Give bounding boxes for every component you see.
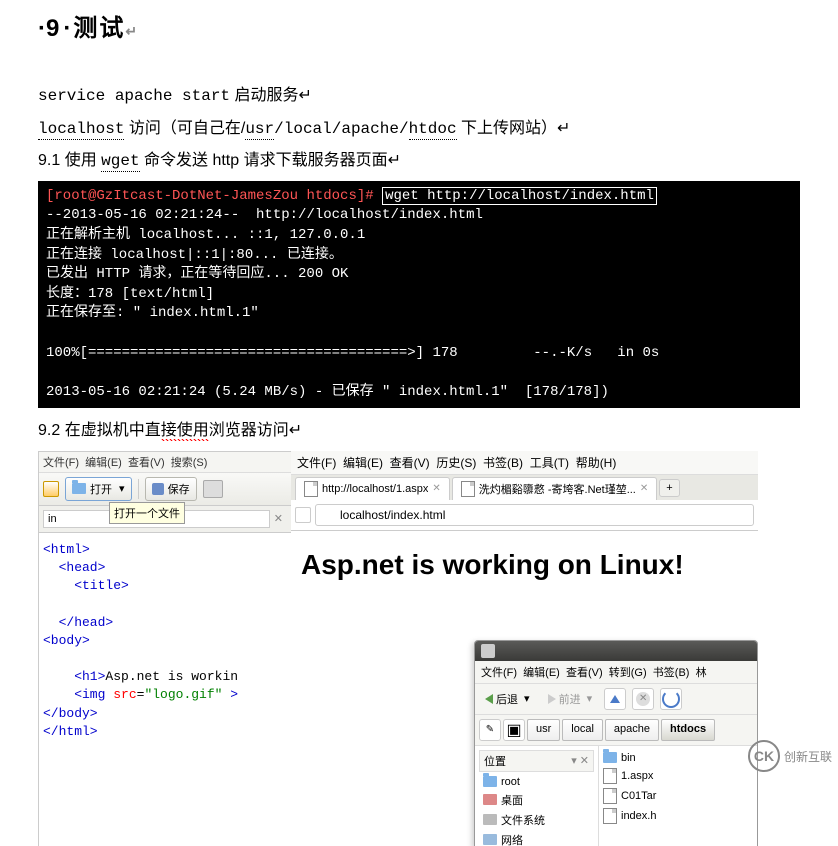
editor-menubar[interactable]: 文件(F) 编辑(E) 查看(V) 搜索(S): [39, 452, 291, 473]
stop-icon: ✕: [636, 692, 650, 706]
browser-menubar[interactable]: 文件(F) 编辑(E) 查看(V) 历史(S) 书签(B) 工具(T) 帮助(H…: [291, 451, 758, 475]
back-button[interactable]: 后退 ▾: [479, 689, 536, 709]
file-icon: [603, 808, 617, 824]
close-file-icon[interactable]: ✕: [270, 512, 287, 525]
tooltip: 打开一个文件: [109, 502, 185, 524]
page-heading: Asp.net is working on Linux!: [291, 531, 758, 599]
stop-button[interactable]: ✕: [632, 688, 654, 710]
section-heading: ·9·测试↵: [38, 8, 800, 43]
fm-menubar[interactable]: 文件(F) 编辑(E) 查看(V) 转到(G) 书签(B) 林: [475, 661, 757, 684]
file-manager-window: 文件(F) 编辑(E) 查看(V) 转到(G) 书签(B) 林 后退 ▾ 前进 …: [474, 640, 758, 846]
save-icon: [152, 483, 164, 495]
page-icon: [304, 481, 318, 497]
sidebar-item-network[interactable]: 网络: [479, 830, 594, 846]
fm-file-list[interactable]: bin 1.aspx C01Tar index.h: [599, 746, 757, 846]
reload-button[interactable]: [660, 688, 682, 710]
new-tab-button[interactable]: +: [659, 479, 679, 497]
url-bar: [291, 500, 758, 531]
sidebar-item-desktop[interactable]: 桌面: [479, 790, 594, 810]
crumb-local[interactable]: local: [562, 719, 603, 741]
fm-navbar: 后退 ▾ 前进 ▾ ✕: [475, 684, 757, 715]
disk-icon: [483, 814, 497, 825]
fm-sidebar: 位置▾ ✕ root 桌面 文件系统 网络: [475, 746, 599, 846]
desktop-icon: [483, 794, 497, 805]
open-button[interactable]: 打开 ▾: [65, 477, 132, 501]
browser-tabs: http://localhost/1.aspx✕ 洗灼楣谿隳慦 -寄垮客.Net…: [291, 475, 758, 500]
up-button[interactable]: [604, 688, 626, 710]
arrow-up-icon: [610, 695, 620, 703]
watermark-logo-icon: CK: [748, 740, 780, 772]
fm-app-icon: [481, 644, 495, 658]
folder-icon: [483, 776, 497, 787]
text-editor-window: 文件(F) 编辑(E) 查看(V) 搜索(S) 打开 ▾ 保存 打开一个文件 ✕…: [38, 451, 291, 846]
watermark: CK 创新互联: [748, 740, 832, 772]
close-tab-icon[interactable]: ✕: [432, 483, 440, 494]
browser-window: 文件(F) 编辑(E) 查看(V) 历史(S) 书签(B) 工具(T) 帮助(H…: [291, 451, 758, 846]
print-icon[interactable]: [203, 480, 223, 498]
breadcrumb: ✎ ▣ usr local apache htdocs: [475, 715, 757, 746]
folder-icon: [603, 752, 617, 763]
folder-icon: [72, 483, 86, 494]
file-icon: [603, 788, 617, 804]
sidebar-item-root[interactable]: root: [479, 774, 594, 790]
new-file-icon[interactable]: [43, 481, 59, 497]
file-icon: [603, 768, 617, 784]
path-root-button[interactable]: ▣: [503, 719, 525, 741]
url-input[interactable]: [315, 504, 754, 526]
arrow-left-icon: [485, 694, 493, 704]
arrow-right-icon: [548, 694, 556, 704]
terminal-output: [root@GzItcast-DotNet-JamesZou htdocs]# …: [38, 181, 800, 409]
tab-1[interactable]: http://localhost/1.aspx✕: [295, 477, 450, 500]
path-edit-button[interactable]: ✎: [479, 719, 501, 741]
save-button[interactable]: 保存: [145, 477, 197, 501]
forward-button[interactable]: 前进 ▾: [542, 689, 599, 709]
crumb-apache[interactable]: apache: [605, 719, 659, 741]
identity-icon[interactable]: [295, 507, 311, 523]
section-9-2: 9.2 在虚拟机中直接使用浏览器访问↵: [38, 418, 800, 445]
crumb-htdocs[interactable]: htdocs: [661, 719, 715, 741]
file-row: index.h: [603, 806, 753, 826]
tab-2[interactable]: 洗灼楣谿隳慦 -寄垮客.Net瑾堃...✕: [452, 477, 657, 500]
file-row: bin: [603, 750, 753, 766]
code-area[interactable]: <html> <head> <title> </head> <body> <h1…: [39, 533, 291, 749]
file-row: 1.aspx: [603, 766, 753, 786]
intro-line-2: localhost 访问（可自己在/usr/local/apache/htdoc…: [38, 116, 800, 143]
close-tab-icon[interactable]: ✕: [640, 483, 648, 494]
refresh-icon: [662, 690, 680, 708]
file-row: C01Tar: [603, 786, 753, 806]
intro-line-3: 9.1 使用 wget 命令发送 http 请求下载服务器页面↵: [38, 148, 800, 175]
intro-line-1: service apache start 启动服务↵: [38, 83, 800, 110]
page-icon: [461, 481, 475, 497]
sidebar-item-filesystem[interactable]: 文件系统: [479, 810, 594, 830]
fm-titlebar[interactable]: [475, 641, 757, 661]
crumb-usr[interactable]: usr: [527, 719, 560, 741]
network-icon: [483, 834, 497, 845]
